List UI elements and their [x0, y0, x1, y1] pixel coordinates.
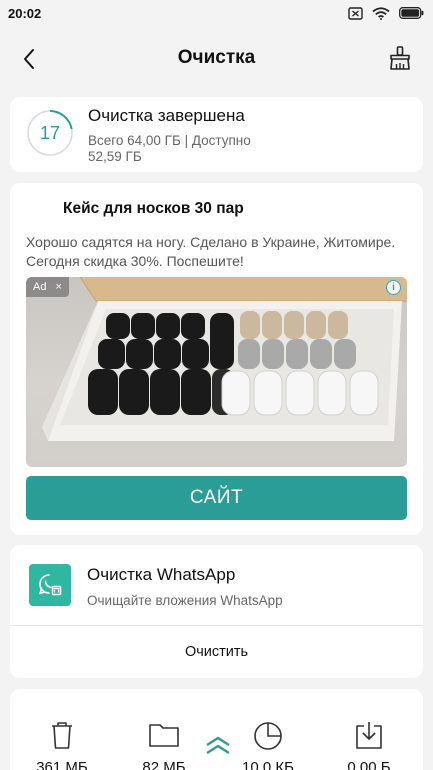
storage-status-title: Очистка завершена: [88, 106, 245, 125]
ad-body: Хорошо садятся на ногу. Сделано в Украин…: [26, 234, 396, 269]
ad-headline: Кейс для носков 30 пар: [63, 200, 244, 217]
wifi-icon: [372, 6, 390, 20]
deep-clean-button[interactable]: [387, 45, 413, 71]
expand-up-icon[interactable]: [204, 734, 232, 756]
pie-chart-icon: [254, 722, 282, 750]
ad-info-icon[interactable]: i: [386, 280, 401, 295]
ad-badge[interactable]: Ad ×: [26, 277, 69, 297]
ad-close-icon[interactable]: ×: [55, 281, 61, 293]
app-bar: Очистка: [0, 30, 433, 86]
ad-card[interactable]: Кейс для носков 30 пар Хорошо садятся на…: [10, 183, 423, 535]
storage-capacity-text: Всего 64,00 ГБ | Доступно 52,59 ГБ: [88, 133, 251, 164]
stat-trash-value: 361 МБ: [36, 759, 88, 770]
whatsapp-clean-button[interactable]: Очистить: [10, 626, 423, 678]
whatsapp-clean-title: Очистка WhatsApp: [87, 565, 236, 584]
page-title: Очистка: [177, 47, 256, 68]
download-icon: [356, 722, 382, 749]
stat-download-value: 0,00 Б: [347, 759, 391, 770]
ad-image[interactable]: Ad × i: [26, 277, 407, 467]
stat-folder-value: 82 МБ: [142, 759, 186, 770]
whatsapp-clean-card: Очистка WhatsApp Очищайте вложения Whats…: [10, 545, 423, 678]
sock-box-image: [42, 277, 407, 441]
whatsapp-clean-icon: [29, 564, 71, 606]
trash-icon: [52, 722, 72, 749]
whatsapp-clean-subtitle: Очищайте вложения WhatsApp: [87, 593, 283, 608]
broom-icon: [390, 46, 410, 70]
battery-icon: [399, 7, 424, 19]
stat-pie-value: 10,0 КБ: [242, 759, 294, 770]
status-bar: 20:02: [0, 0, 433, 26]
ad-cta-button[interactable]: САЙТ: [26, 476, 407, 520]
storage-summary-card[interactable]: 17 Очистка завершена Всего 64,00 ГБ | До…: [10, 97, 423, 172]
ad-badge-text: Ad: [33, 281, 47, 293]
storage-score: 17: [39, 122, 61, 143]
whatsapp-logo-icon: [39, 574, 62, 596]
sim-off-icon: [348, 6, 363, 20]
status-icons: [348, 6, 424, 20]
cleanup-stats-card: 361 МБ 82 МБ 10,0 КБ 0,00 Б: [10, 689, 423, 770]
status-time: 20:02: [8, 5, 42, 21]
folder-icon: [149, 724, 179, 747]
